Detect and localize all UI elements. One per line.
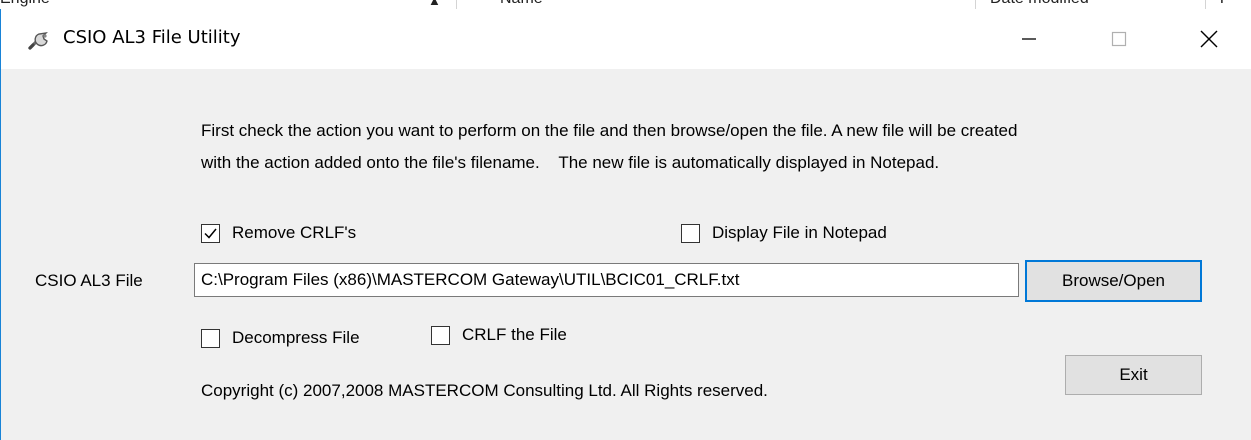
bg-column-engine: Engine xyxy=(0,0,50,8)
remove-crlf-checkbox[interactable]: Remove CRLF's xyxy=(201,223,356,243)
exit-button[interactable]: Exit xyxy=(1065,355,1202,395)
remove-crlf-label: Remove CRLF's xyxy=(232,223,357,242)
close-icon xyxy=(1200,30,1218,48)
close-button[interactable] xyxy=(1166,9,1251,69)
instructions-line-2: with the action added onto the file's fi… xyxy=(201,153,940,172)
checkbox-box[interactable] xyxy=(201,328,220,348)
crlf-file-label: CRLF the File xyxy=(462,325,567,344)
window-title: CSIO AL3 File Utility xyxy=(63,27,241,48)
minimize-icon xyxy=(1022,38,1036,40)
display-notepad-checkbox[interactable]: Display File in Notepad xyxy=(681,223,887,243)
decompress-file-label: Decompress File xyxy=(232,328,360,347)
checkmark-icon xyxy=(204,228,217,239)
instructions-line-1: First check the action you want to perfo… xyxy=(201,121,1018,140)
maximize-button[interactable] xyxy=(1076,9,1162,69)
checkbox-box[interactable] xyxy=(201,223,220,243)
crlf-file-checkbox[interactable]: CRLF the File xyxy=(431,325,567,345)
bg-column-type: T xyxy=(1217,0,1227,8)
utility-dialog: CSIO AL3 File Utility First check the ac… xyxy=(0,9,1251,440)
bg-column-date: Date modified xyxy=(990,0,1089,8)
maximize-icon xyxy=(1111,31,1127,47)
sort-arrow-icon: ▲ xyxy=(428,0,441,8)
minimize-button[interactable] xyxy=(986,9,1072,69)
browse-open-button[interactable]: Browse/Open xyxy=(1025,260,1202,302)
display-notepad-label: Display File in Notepad xyxy=(712,223,887,242)
file-path-input[interactable] xyxy=(194,263,1019,297)
file-field-label: CSIO AL3 File xyxy=(35,271,143,290)
decompress-file-checkbox[interactable]: Decompress File xyxy=(201,328,360,348)
bg-column-name: Name xyxy=(500,0,543,8)
copyright-text: Copyright (c) 2007,2008 MASTERCOM Consul… xyxy=(201,381,768,400)
checkbox-box[interactable] xyxy=(431,325,450,345)
title-bar[interactable]: CSIO AL3 File Utility xyxy=(1,9,1251,69)
checkbox-box[interactable] xyxy=(681,223,700,243)
wrench-key-icon xyxy=(27,26,53,52)
instructions-text: First check the action you want to perfo… xyxy=(201,115,1201,179)
